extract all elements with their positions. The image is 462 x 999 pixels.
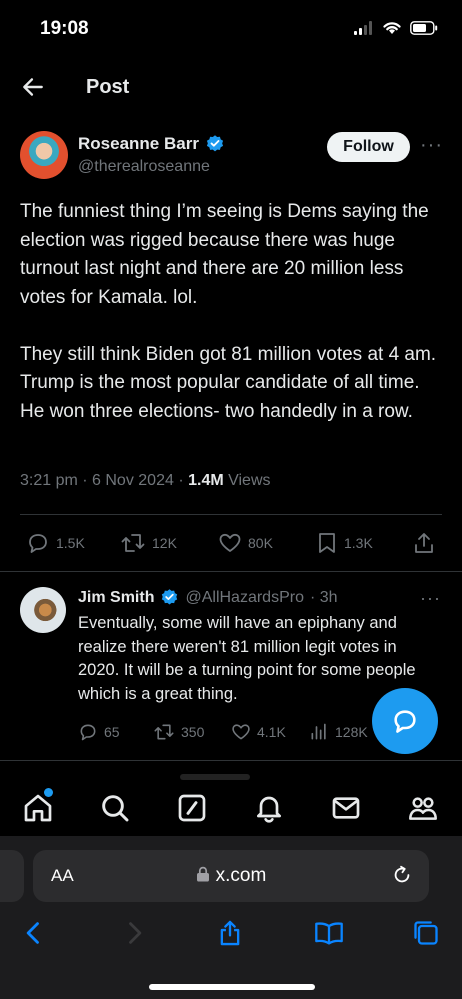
notifications-icon — [257, 796, 281, 823]
verified-badge-icon — [206, 135, 224, 152]
share-action[interactable] — [412, 531, 436, 555]
bottom-nav — [0, 780, 462, 836]
views-count: 1.4M — [188, 472, 224, 489]
follow-button[interactable]: Follow — [327, 132, 410, 162]
reply-views-action[interactable]: 128K — [309, 722, 368, 742]
tweet-timestamp[interactable]: 3:21 pm · 6 Nov 2024 · — [20, 472, 188, 489]
reply-header: Jim Smith @AllHazardsPro · 3h — [78, 588, 338, 607]
reply-author-name[interactable]: Jim Smith — [78, 589, 154, 607]
reply-author-avatar[interactable] — [20, 587, 66, 633]
heart-icon — [232, 724, 250, 740]
divider — [0, 571, 462, 572]
chevron-right-icon — [129, 922, 142, 944]
previous-tab-peek[interactable] — [0, 850, 24, 902]
bookmark-action[interactable]: 1.3K — [316, 531, 373, 555]
reply-reply-count: 65 — [104, 724, 120, 740]
battery-icon — [410, 20, 438, 35]
browser-share-button[interactable] — [216, 919, 244, 947]
wifi-icon — [383, 22, 401, 34]
divider — [0, 760, 462, 761]
back-arrow-icon — [23, 78, 43, 96]
author-name-row[interactable]: Roseanne Barr — [78, 134, 225, 154]
repost-icon — [154, 724, 174, 740]
reload-icon — [394, 865, 410, 883]
author-handle[interactable]: @therealroseanne — [78, 158, 210, 176]
nav-communities[interactable] — [407, 792, 439, 824]
nav-search[interactable] — [99, 792, 131, 824]
share-icon — [220, 920, 240, 946]
verified-badge-icon — [162, 589, 178, 605]
browser-bookmarks-button[interactable] — [314, 919, 343, 947]
tabs-icon — [414, 921, 438, 945]
nav-notifications[interactable] — [253, 792, 285, 824]
url-text: x.com — [215, 865, 267, 886]
repost-action[interactable]: 12K — [120, 531, 177, 555]
address-bar[interactable]: AA x.com — [33, 850, 429, 902]
heart-icon — [219, 533, 241, 552]
author-avatar[interactable] — [20, 131, 68, 179]
browser-forward-button[interactable] — [120, 919, 148, 947]
reload-button[interactable] — [391, 864, 413, 886]
status-time: 19:08 — [40, 18, 89, 39]
tweet-meta: 3:21 pm · 6 Nov 2024 · 1.4M Views — [20, 472, 271, 490]
chevron-left-icon — [26, 922, 39, 944]
reply-repost-count: 350 — [181, 724, 205, 740]
compose-reply-button[interactable] — [372, 688, 438, 754]
book-icon — [315, 922, 343, 945]
reply-action[interactable]: 1.5K — [26, 531, 85, 555]
views-label: Views — [223, 472, 271, 489]
search-icon — [102, 795, 129, 822]
repost-icon — [121, 534, 145, 552]
browser-tabs-button[interactable] — [412, 919, 440, 947]
reply-like-action[interactable]: 4.1K — [231, 722, 286, 742]
grok-icon — [178, 794, 206, 822]
tweet-text: The funniest thing I’m seeing is Dems sa… — [20, 201, 437, 422]
like-action[interactable]: 80K — [218, 531, 273, 555]
url-display[interactable]: x.com — [33, 865, 429, 887]
reply-like-count: 4.1K — [257, 724, 286, 740]
more-options-icon[interactable]: ··· — [420, 134, 443, 157]
reply-text: Eventually, some will have an epiphany a… — [78, 614, 416, 703]
status-bar: 19:08 — [0, 0, 462, 60]
reply-more-options-icon[interactable]: ··· — [420, 588, 441, 609]
reply-views-count: 128K — [335, 724, 368, 740]
home-notification-dot — [44, 788, 53, 797]
browser-back-button[interactable] — [20, 919, 48, 947]
communities-icon — [409, 797, 437, 820]
reply-count: 1.5K — [56, 535, 85, 551]
bookmark-icon — [319, 533, 335, 553]
home-indicator — [149, 984, 315, 990]
like-count: 80K — [248, 535, 273, 551]
divider — [20, 514, 442, 515]
browser-toolbar: AA x.com — [0, 836, 462, 999]
lock-icon — [196, 866, 209, 882]
nav-messages[interactable] — [330, 792, 362, 824]
signal-icon — [354, 20, 372, 35]
reply-icon — [29, 534, 47, 553]
reply-bubble-icon — [394, 710, 416, 733]
messages-icon — [332, 797, 360, 819]
repost-count: 12K — [152, 535, 177, 551]
back-button[interactable] — [20, 74, 46, 100]
author-name[interactable]: Roseanne Barr — [78, 134, 199, 154]
reply-time: · 3h — [309, 588, 338, 606]
reply-author-handle[interactable]: @AllHazardsPro — [185, 589, 304, 607]
status-icons — [354, 20, 438, 35]
bookmark-count: 1.3K — [344, 535, 373, 551]
share-icon — [415, 533, 433, 553]
nav-grok[interactable] — [176, 792, 208, 824]
page-title: Post — [86, 76, 130, 98]
reply-reply-action[interactable]: 65 — [78, 722, 120, 742]
reply-icon — [80, 724, 96, 741]
views-chart-icon — [311, 723, 326, 740]
post-header: Post — [0, 60, 462, 116]
reply-repost-action[interactable]: 350 — [153, 722, 204, 742]
